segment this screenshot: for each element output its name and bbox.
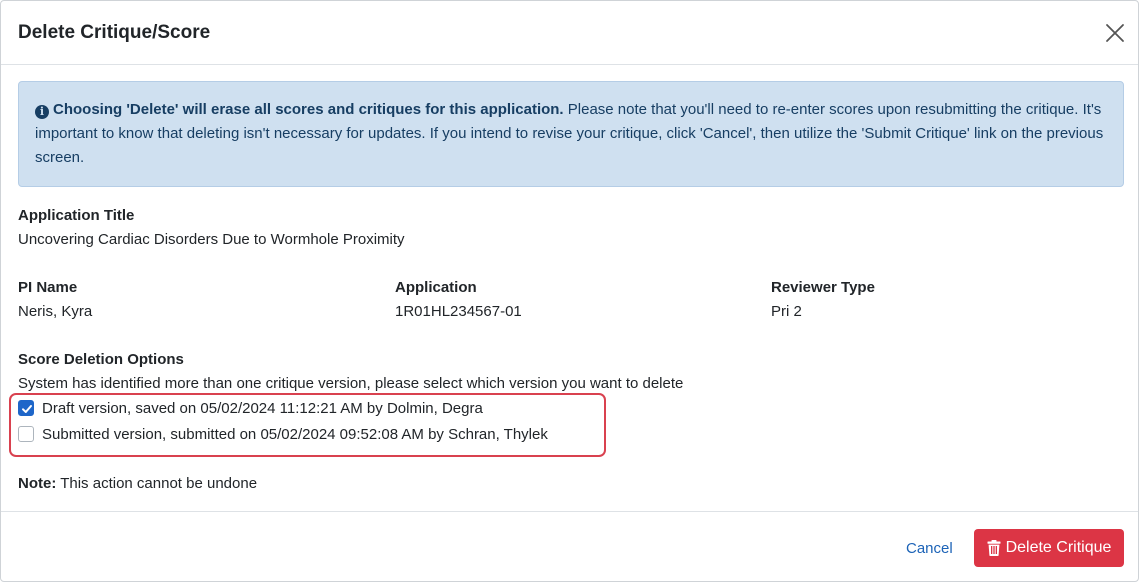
modal-footer: Cancel Delete Critique: [1, 511, 1138, 581]
info-circle-icon: i: [35, 105, 49, 119]
modal-header: Delete Critique/Score: [1, 1, 1138, 65]
option-draft-version[interactable]: Draft version, saved on 05/02/2024 11:12…: [18, 397, 483, 419]
submitted-version-checkbox[interactable]: [18, 426, 34, 442]
close-icon: [1106, 24, 1124, 42]
cancel-link[interactable]: Cancel: [906, 540, 953, 557]
alert-bold-text: Choosing 'Delete' will erase all scores …: [53, 101, 564, 118]
info-alert: i Choosing 'Delete' will erase all scores…: [18, 81, 1124, 187]
submitted-version-label: Submitted version, submitted on 05/02/20…: [42, 425, 548, 443]
delete-critique-label: Delete Critique: [1005, 539, 1112, 556]
draft-version-checkbox[interactable]: [18, 400, 34, 416]
application-title-value: Uncovering Cardiac Disorders Due to Worm…: [18, 231, 405, 248]
draft-version-label: Draft version, saved on 05/02/2024 11:12…: [42, 399, 483, 417]
modal-title: Delete Critique/Score: [18, 22, 211, 43]
score-deletion-label: Score Deletion Options: [18, 351, 184, 368]
reviewer-type-label: Reviewer Type: [771, 279, 875, 296]
application-label: Application: [395, 279, 477, 296]
close-button[interactable]: [1103, 21, 1127, 45]
note-label: Note:: [18, 475, 57, 492]
reviewer-type-value: Pri 2: [771, 303, 802, 320]
note-body: This action cannot be undone: [56, 475, 258, 492]
note-text: Note: This action cannot be undone: [18, 475, 257, 492]
pi-name-value: Neris, Kyra: [18, 303, 93, 320]
trash-icon: [987, 540, 1001, 556]
delete-critique-button[interactable]: Delete Critique: [974, 529, 1124, 567]
delete-critique-modal: Delete Critique/Score i Choosing 'Delete'…: [0, 0, 1139, 582]
pi-name-label: PI Name: [18, 279, 78, 296]
score-deletion-instruction: System has identified more than one crit…: [18, 375, 684, 392]
application-value: 1R01HL234567-01: [395, 303, 522, 320]
check-icon: [22, 405, 32, 413]
application-title-label: Application Title: [18, 207, 135, 224]
option-submitted-version[interactable]: Submitted version, submitted on 05/02/20…: [18, 423, 548, 445]
